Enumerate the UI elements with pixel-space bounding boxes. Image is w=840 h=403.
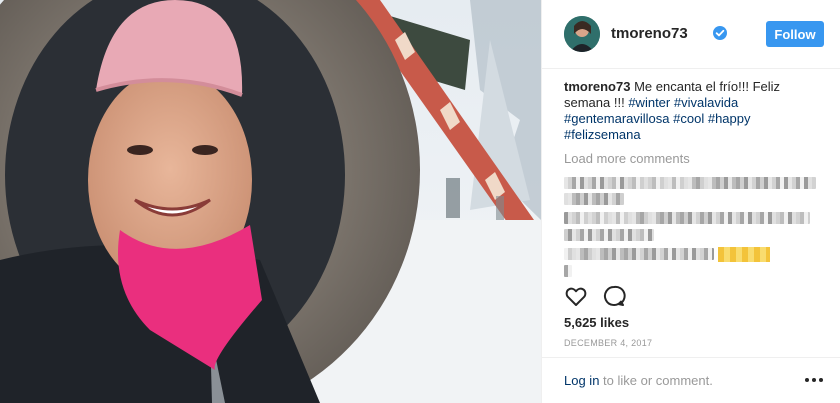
hashtag-link[interactable]: #gentemaravillosa xyxy=(564,111,670,126)
post-header: tmoreno73 Follow xyxy=(542,0,840,69)
post-photo[interactable] xyxy=(0,0,541,403)
post-date[interactable]: DECEMBER 4, 2017 xyxy=(564,338,652,348)
post-actions xyxy=(564,284,626,308)
obscured-comment xyxy=(564,193,624,205)
post-side-panel: tmoreno73 Follow tmoreno73 Me encanta el… xyxy=(541,0,840,403)
obscured-comment xyxy=(564,177,816,189)
selfie-image xyxy=(0,0,541,403)
username-link[interactable]: tmoreno73 xyxy=(611,25,688,42)
obscured-comment xyxy=(564,248,714,260)
load-more-comments-button[interactable]: Load more comments xyxy=(564,151,690,166)
comment-bubble-icon[interactable] xyxy=(602,284,626,308)
avatar[interactable] xyxy=(564,16,600,52)
likes-count[interactable]: 5,625 likes xyxy=(564,315,629,330)
heart-outline-icon[interactable] xyxy=(564,284,588,308)
more-dots-icon[interactable] xyxy=(804,376,824,384)
login-link[interactable]: Log in xyxy=(564,373,599,388)
avatar-image xyxy=(564,16,600,52)
login-prompt-text: to like or comment. xyxy=(603,373,713,388)
post-footer: Log in to like or comment. xyxy=(542,357,840,403)
login-prompt: Log in to like or comment. xyxy=(564,373,713,388)
instagram-post: tmoreno73 Follow tmoreno73 Me encanta el… xyxy=(0,0,840,403)
caption-username-link[interactable]: tmoreno73 xyxy=(564,79,630,94)
hashtag-link[interactable]: #felizsemana xyxy=(564,127,641,142)
hashtag-link[interactable]: #cool xyxy=(673,111,704,126)
hashtag-link[interactable]: #winter xyxy=(628,95,670,110)
obscured-comment xyxy=(564,265,572,277)
follow-button[interactable]: Follow xyxy=(766,21,824,47)
hashtag-link[interactable]: #happy xyxy=(708,111,751,126)
hashtag-link[interactable]: #vivalavida xyxy=(674,95,738,110)
obscured-comment xyxy=(564,229,654,241)
obscured-emoji xyxy=(718,247,770,262)
post-caption: tmoreno73 Me encanta el frío!!! Feliz se… xyxy=(564,79,826,143)
obscured-comment xyxy=(564,212,810,224)
verified-badge-icon xyxy=(713,26,727,40)
